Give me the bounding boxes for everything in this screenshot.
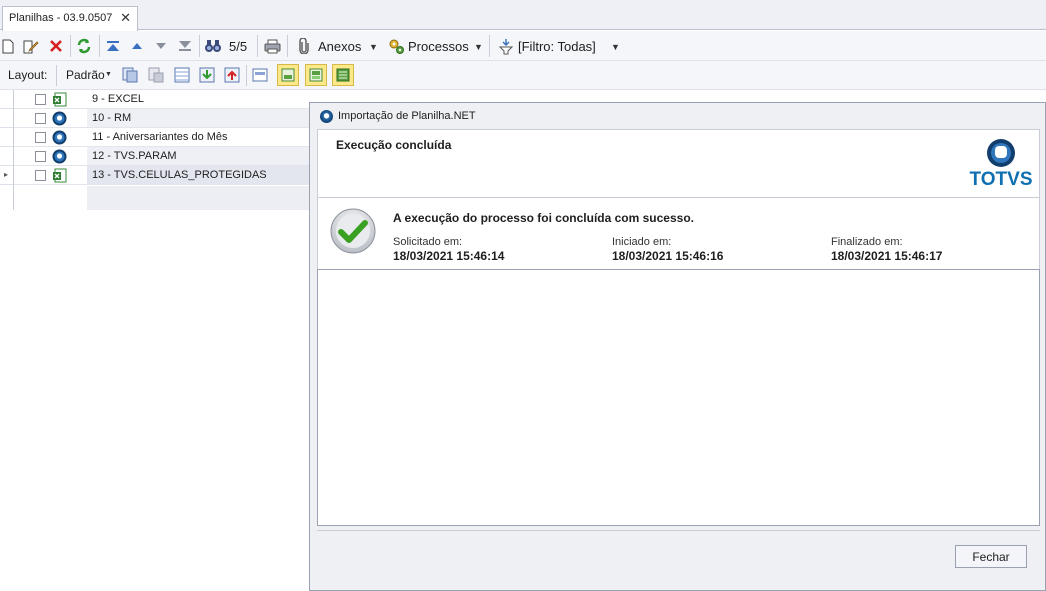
paperclip-icon: [296, 38, 312, 54]
record-counter: 5/5: [229, 39, 248, 54]
search-binoculars-icon[interactable]: [204, 38, 222, 54]
finished-value: 18/03/2021 15:46:17: [831, 249, 943, 263]
delete-icon[interactable]: [48, 38, 64, 54]
started-info: Iniciado em: 18/03/2021 15:46:16: [612, 236, 723, 263]
processos-label: Processos: [408, 39, 469, 54]
row-label: 11 - Aniversariantes do Mês: [92, 131, 228, 143]
toolbar-separator: [199, 35, 200, 57]
toolbar-separator: [56, 65, 57, 86]
finished-label: Finalizado em:: [831, 236, 903, 248]
row-label: 12 - TVS.PARAM: [87, 147, 309, 165]
toolbar-separator: [99, 35, 100, 57]
requested-info: Solicitado em: 18/03/2021 15:46:14: [393, 236, 504, 263]
toolbar-separator: [489, 35, 490, 57]
success-check-icon: [330, 208, 376, 254]
totvs-globe-icon: [52, 111, 67, 126]
anexos-label: Anexos: [318, 39, 362, 54]
toolbar-separator: [246, 65, 247, 86]
chevron-down-icon: ▼: [611, 42, 620, 52]
chevron-down-icon: ▼: [369, 42, 378, 52]
totvs-logo: TOTVS: [969, 138, 1033, 192]
row-checkbox[interactable]: [35, 151, 46, 162]
app-globe-icon: [320, 110, 333, 123]
totvs-globe-icon: [52, 130, 67, 145]
gears-icon: [387, 37, 405, 55]
row-label: 9 - EXCEL: [92, 93, 144, 105]
row-checkbox[interactable]: [35, 170, 46, 181]
next-record-icon[interactable]: [153, 39, 169, 53]
row-indicator: [0, 109, 13, 128]
view-mode-1-toggle[interactable]: [277, 64, 299, 86]
document-tab-strip: Planilhas - 03.9.0507 ✕: [0, 0, 1046, 31]
row-checkbox[interactable]: [35, 132, 46, 143]
layout-toolbar: Layout: Padrão ▼: [0, 61, 1046, 90]
layout-value: Padrão: [66, 68, 105, 82]
main-toolbar: 5/5 Anexos ▼ Processos ▼ [Filtro: Todas]…: [0, 31, 1046, 61]
dialog-title: Importação de Planilha.NET: [338, 110, 476, 122]
import-layout-icon[interactable]: [198, 66, 216, 84]
row-indicator: [0, 128, 13, 147]
table-row[interactable]: 9 - EXCEL: [14, 90, 309, 109]
success-message: A execução do processo foi concluída com…: [393, 211, 694, 225]
requested-label: Solicitado em:: [393, 236, 463, 248]
delete-layout-icon[interactable]: [147, 66, 165, 84]
table-row[interactable]: 12 - TVS.PARAM: [14, 147, 309, 166]
totvs-globe-icon: [987, 139, 1015, 167]
tab-planilhas[interactable]: Planilhas - 03.9.0507 ✕: [2, 6, 138, 31]
table-row-selected[interactable]: 13 - TVS.CELULAS_PROTEGIDAS: [14, 166, 309, 185]
row-checkbox[interactable]: [35, 113, 46, 124]
chevron-down-icon: ▼: [474, 42, 483, 52]
finished-info: Finalizado em: 18/03/2021 15:46:17: [831, 236, 942, 263]
toolbar-separator: [70, 35, 71, 57]
print-icon[interactable]: [263, 38, 281, 54]
toolbar-separator: [287, 35, 288, 57]
layout-label: Layout:: [8, 68, 48, 82]
previous-record-icon[interactable]: [129, 39, 145, 53]
view-mode-2-toggle[interactable]: [305, 64, 327, 86]
close-tab-icon[interactable]: ✕: [120, 10, 131, 26]
totvs-logo-text: TOTVS: [969, 169, 1033, 190]
dialog-footer: Fechar: [317, 530, 1040, 582]
dialog-heading: Execução concluída: [336, 138, 452, 152]
new-record-icon[interactable]: [1, 38, 15, 54]
close-button[interactable]: Fechar: [955, 545, 1027, 568]
dialog-header: Execução concluída TOTVS: [317, 129, 1040, 198]
excel-icon: [53, 92, 67, 107]
last-record-icon[interactable]: [176, 39, 194, 53]
dialog-titlebar: Importação de Planilha.NET: [310, 103, 1045, 129]
filter-label: [Filtro: Todas]: [518, 39, 596, 54]
log-textarea[interactable]: [317, 269, 1040, 526]
row-checkbox[interactable]: [35, 94, 46, 105]
form-view-icon[interactable]: [251, 66, 269, 84]
toolbar-separator: [257, 35, 258, 57]
first-record-icon[interactable]: [104, 39, 122, 53]
started-value: 18/03/2021 15:46:16: [612, 249, 724, 263]
save-layout-icon[interactable]: [121, 66, 139, 84]
table-row[interactable]: 11 - Aniversariantes do Mês: [14, 128, 309, 147]
row-label: 10 - RM: [87, 109, 309, 127]
dialog-summary: A execução do processo foi concluída com…: [317, 198, 1040, 269]
tab-title: Planilhas - 03.9.0507: [9, 12, 113, 24]
chevron-down-icon: ▼: [105, 71, 112, 78]
filter-icon: [497, 37, 515, 55]
current-row-indicator: ▸: [0, 166, 13, 185]
grid-empty-area: [87, 186, 309, 210]
grid-columns-icon[interactable]: [173, 66, 191, 84]
row-indicator: [0, 147, 13, 166]
view-mode-3-toggle[interactable]: [332, 64, 354, 86]
totvs-globe-icon: [52, 149, 67, 164]
row-indicator: [0, 90, 13, 109]
import-dialog: Importação de Planilha.NET Execução conc…: [309, 102, 1046, 591]
refresh-icon[interactable]: [75, 37, 93, 55]
row-indicator-column: ▸: [0, 90, 14, 210]
table-row[interactable]: 10 - RM: [14, 109, 309, 128]
row-label: 13 - TVS.CELULAS_PROTEGIDAS: [87, 166, 309, 184]
excel-icon: [53, 168, 67, 183]
started-label: Iniciado em:: [612, 236, 672, 248]
edit-record-icon[interactable]: [22, 38, 40, 54]
requested-value: 18/03/2021 15:46:14: [393, 249, 505, 263]
export-layout-icon[interactable]: [223, 66, 241, 84]
